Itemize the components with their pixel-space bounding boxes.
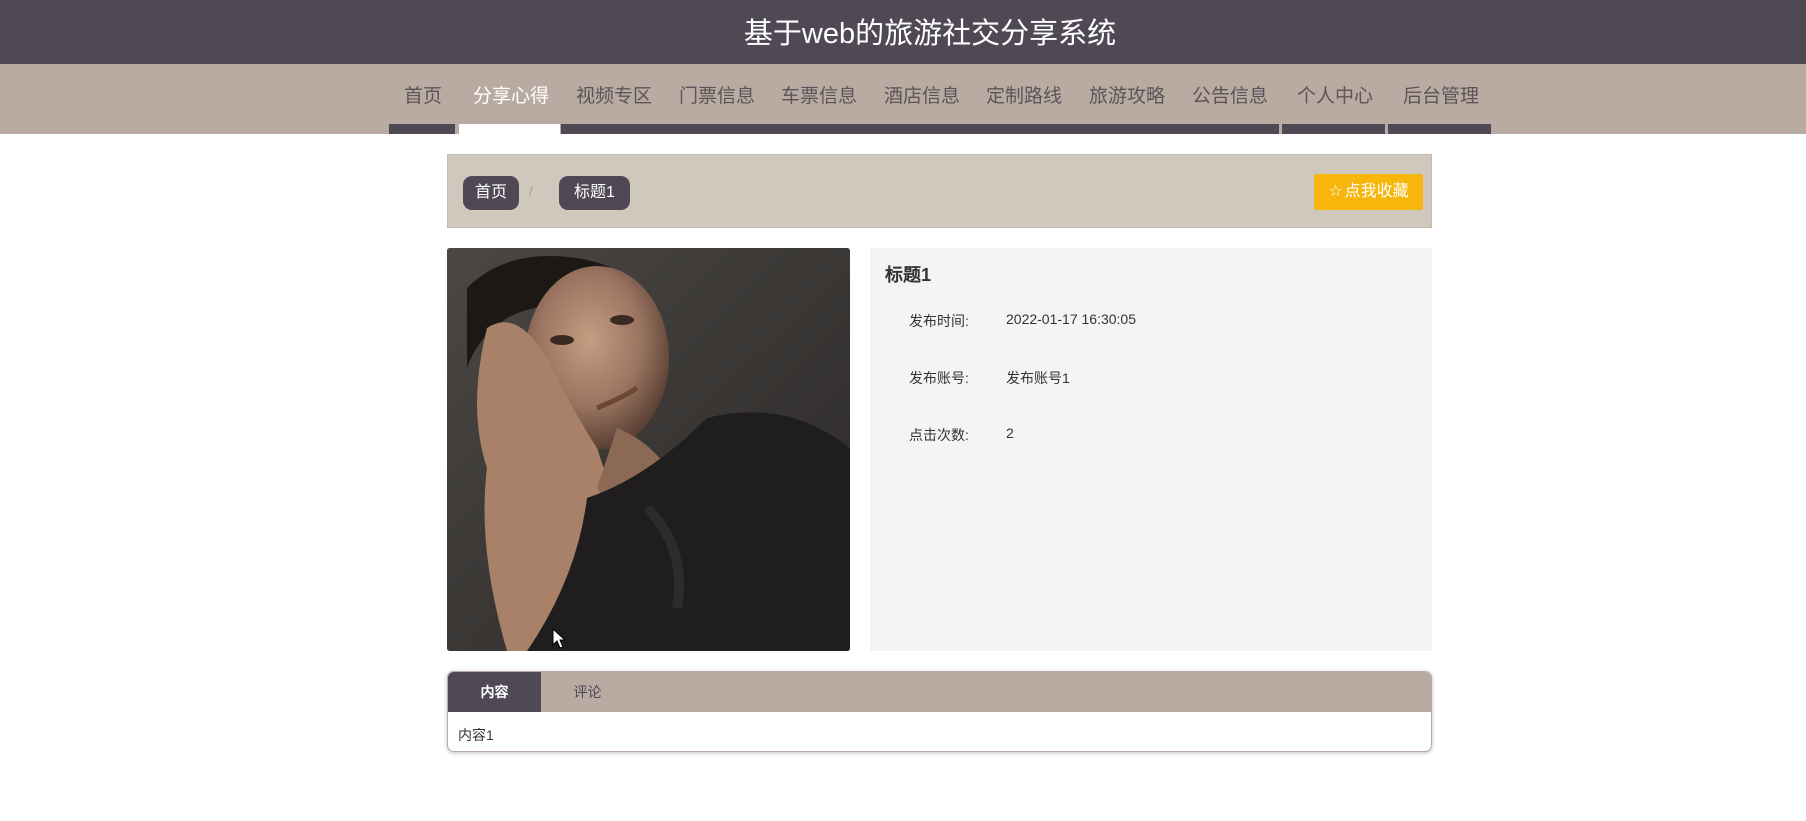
nav-underline-active xyxy=(459,124,560,134)
tab-content[interactable]: 内容 xyxy=(448,672,541,712)
publish-time-value: 2022-01-17 16:30:05 xyxy=(1006,311,1136,327)
nav-item-routes[interactable]: 定制路线 xyxy=(986,82,1062,112)
tab-comments[interactable]: 评论 xyxy=(541,672,634,712)
breadcrumb-separator: / xyxy=(529,183,533,199)
nav-item-tickets[interactable]: 门票信息 xyxy=(679,82,755,112)
nav-item-profile[interactable]: 个人中心 xyxy=(1297,82,1373,112)
nav-item-notices[interactable]: 公告信息 xyxy=(1192,82,1268,112)
nav-item-transport[interactable]: 车票信息 xyxy=(781,82,857,112)
nav-item-video[interactable]: 视频专区 xyxy=(576,82,652,112)
publish-account-value: 发布账号1 xyxy=(1006,370,1070,386)
nav-underline xyxy=(1282,124,1385,134)
site-header: 基于web的旅游社交分享系统 xyxy=(0,0,1806,64)
click-count-label: 点击次数: xyxy=(909,427,969,443)
portrait-image xyxy=(447,248,850,651)
breadcrumb-current[interactable]: 标题1 xyxy=(559,176,630,210)
nav-item-home[interactable]: 首页 xyxy=(404,82,442,112)
favorite-button-label: 点我收藏 xyxy=(1344,183,1409,200)
nav-item-admin[interactable]: 后台管理 xyxy=(1403,82,1479,112)
nav-item-hotels[interactable]: 酒店信息 xyxy=(884,82,960,112)
click-count-value: 2 xyxy=(1006,425,1014,441)
content-tabs: 内容 评论 内容1 xyxy=(447,671,1432,752)
breadcrumb: 首页 / 标题1 ☆ 点我收藏 xyxy=(447,154,1432,228)
nav-underline xyxy=(561,124,1279,134)
post-info-panel: 标题1 发布时间: 2022-01-17 16:30:05 发布账号: 发布账号… xyxy=(870,248,1432,651)
tab-bar: 内容 评论 xyxy=(448,672,1431,712)
publish-time-label: 发布时间: xyxy=(909,313,969,329)
nav-item-guides[interactable]: 旅游攻略 xyxy=(1089,82,1165,112)
nav-item-share[interactable]: 分享心得 xyxy=(473,82,549,112)
site-title: 基于web的旅游社交分享系统 xyxy=(743,18,1117,50)
nav-underline xyxy=(389,124,455,134)
post-photo xyxy=(447,248,850,651)
nav-underline xyxy=(1388,124,1491,134)
tab-content-body: 内容1 xyxy=(458,727,494,743)
mouse-cursor-icon xyxy=(552,628,566,649)
breadcrumb-home[interactable]: 首页 xyxy=(463,176,520,210)
post-title: 标题1 xyxy=(885,265,932,285)
favorite-button[interactable]: ☆ 点我收藏 xyxy=(1314,174,1423,210)
star-outline-icon: ☆ xyxy=(1328,183,1343,200)
publish-account-label: 发布账号: xyxy=(909,370,969,386)
